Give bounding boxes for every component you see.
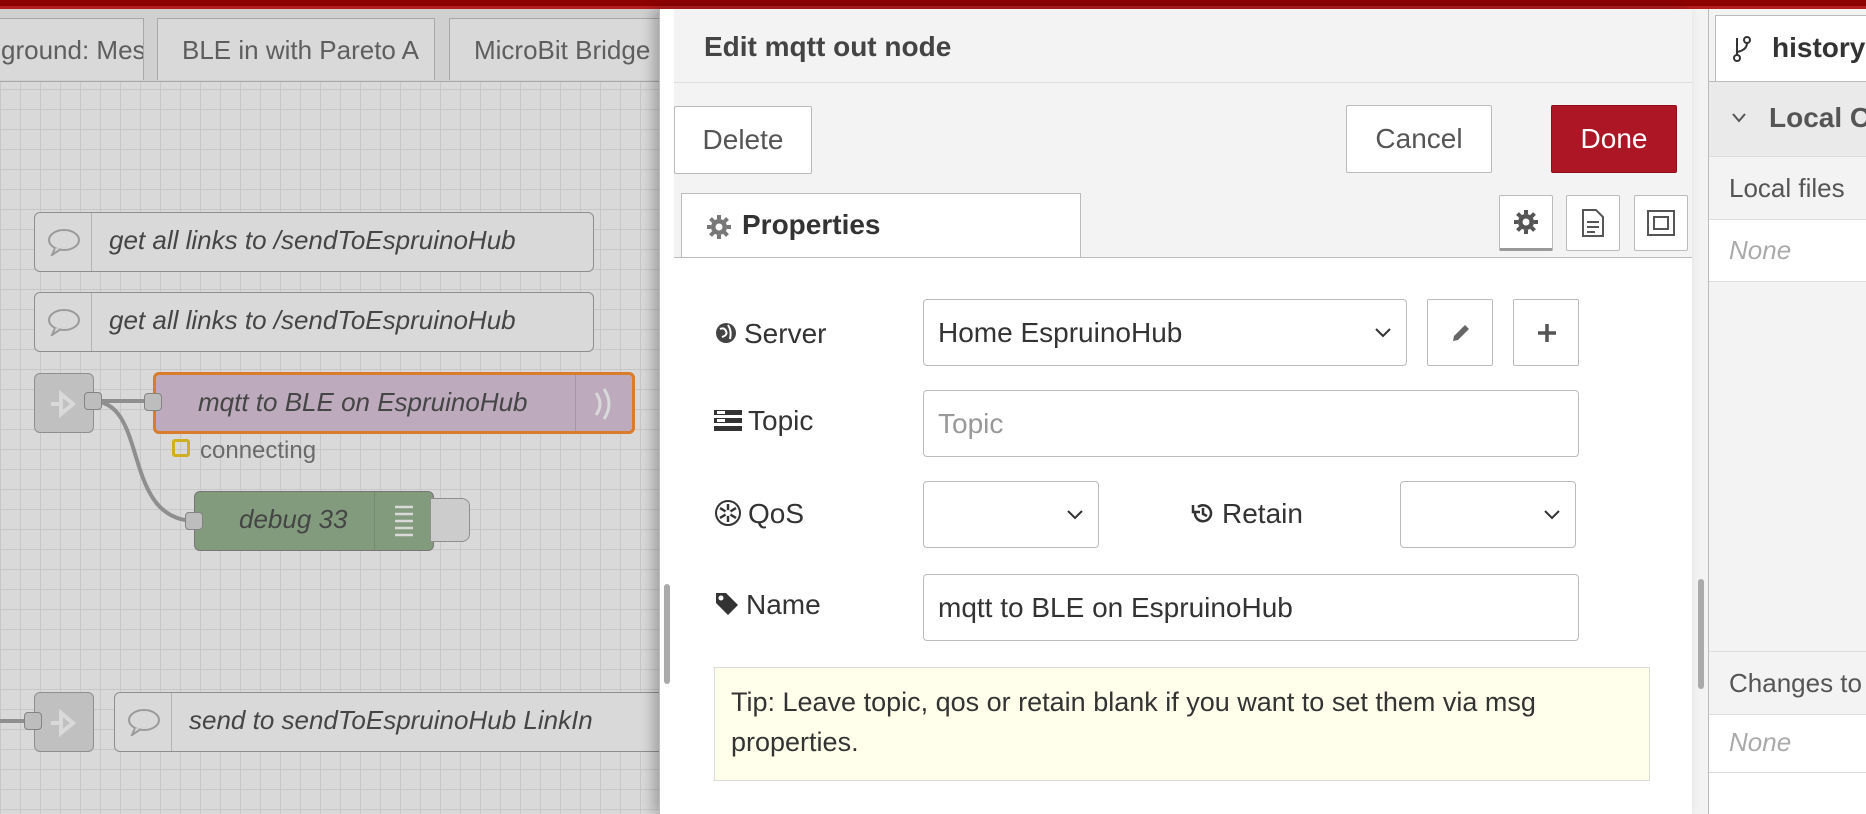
local-files-list [1709,281,1866,652]
qos-icon [715,499,741,526]
history-icon [1191,503,1213,523]
edit-server-button[interactable] [1427,299,1493,366]
top-bar [0,0,1866,9]
changes-header: Changes to [1709,651,1866,715]
qos-select[interactable] [923,481,1099,548]
tab-history[interactable]: history [1715,15,1866,81]
sidebar-tab-label: history [1772,32,1866,63]
qos-label: QoS [714,498,804,530]
workspace-overlay [0,9,660,814]
tab-appearance[interactable] [1634,195,1688,251]
sidebar-section-title: Local C [1769,102,1866,133]
topic-label-text: Topic [748,405,814,436]
globe-icon [716,322,736,343]
add-server-button[interactable] [1513,299,1579,366]
tab-properties[interactable]: Properties [681,193,1081,257]
name-label: Name [714,589,821,621]
tag-icon [716,592,738,615]
local-files-label: Local files [1729,173,1845,203]
help-tip: Tip: Leave topic, qos or retain blank if… [714,667,1650,781]
tray-header: Edit mqtt out node [674,9,1692,83]
retain-label-text: Retain [1222,498,1303,529]
changes-label: Changes to [1729,668,1862,698]
name-input[interactable]: mqtt to BLE on EspruinoHub [923,574,1579,641]
topic-label: Topic [714,405,813,437]
document-icon [1582,209,1604,237]
server-label: Server [714,318,826,350]
appearance-icon [1647,210,1675,236]
chevron-down-icon [1067,509,1083,519]
tab-label: Properties [742,209,881,240]
chevron-down-icon [1544,509,1560,519]
cancel-button[interactable]: Cancel [1346,105,1492,173]
delete-button[interactable]: Delete [674,106,812,174]
topic-input-placeholder: Topic [938,407,1004,439]
sidebar-tab-bar: history [1709,9,1866,82]
topic-input[interactable]: Topic [923,390,1579,457]
server-select-value: Home EspruinoHub [938,316,1183,348]
plus-icon [1538,324,1556,342]
tray-resize-handle[interactable] [664,584,670,684]
tray-title: Edit mqtt out node [704,31,952,62]
right-sidebar: history Local C Local files None Changes… [1708,9,1866,814]
tray-tab-row: Properties [674,185,1692,258]
tab-description[interactable] [1566,195,1620,251]
tab-node-settings[interactable] [1499,195,1553,251]
tray-toolbar: Delete Cancel Done [674,83,1692,186]
local-files-empty: None [1729,235,1792,265]
divider [1709,772,1866,773]
server-label-text: Server [744,318,827,349]
name-input-value: mqtt to BLE on EspruinoHub [938,591,1293,623]
tray-scrollbar[interactable] [1698,579,1704,689]
local-files-header: Local files [1709,157,1866,220]
gear-icon [707,215,731,239]
flow-workspace[interactable]: ground: Mes BLE in with Pareto A MicroBi… [0,9,660,814]
retain-select[interactable] [1400,481,1576,548]
chevron-down-icon [1732,113,1746,123]
tasks-icon [714,409,742,431]
server-select[interactable]: Home EspruinoHub [923,299,1407,366]
done-button[interactable]: Done [1551,105,1677,173]
qos-label-text: QoS [748,498,805,529]
pencil-icon [1453,325,1469,341]
sidebar-section-header[interactable]: Local C [1709,82,1866,157]
chevron-down-icon [1375,327,1391,337]
retain-label: Retain [1190,498,1303,530]
changes-empty: None [1729,727,1792,757]
name-label-text: Name [746,589,821,620]
gear-icon [1514,210,1538,234]
git-branch-icon [1733,36,1751,62]
